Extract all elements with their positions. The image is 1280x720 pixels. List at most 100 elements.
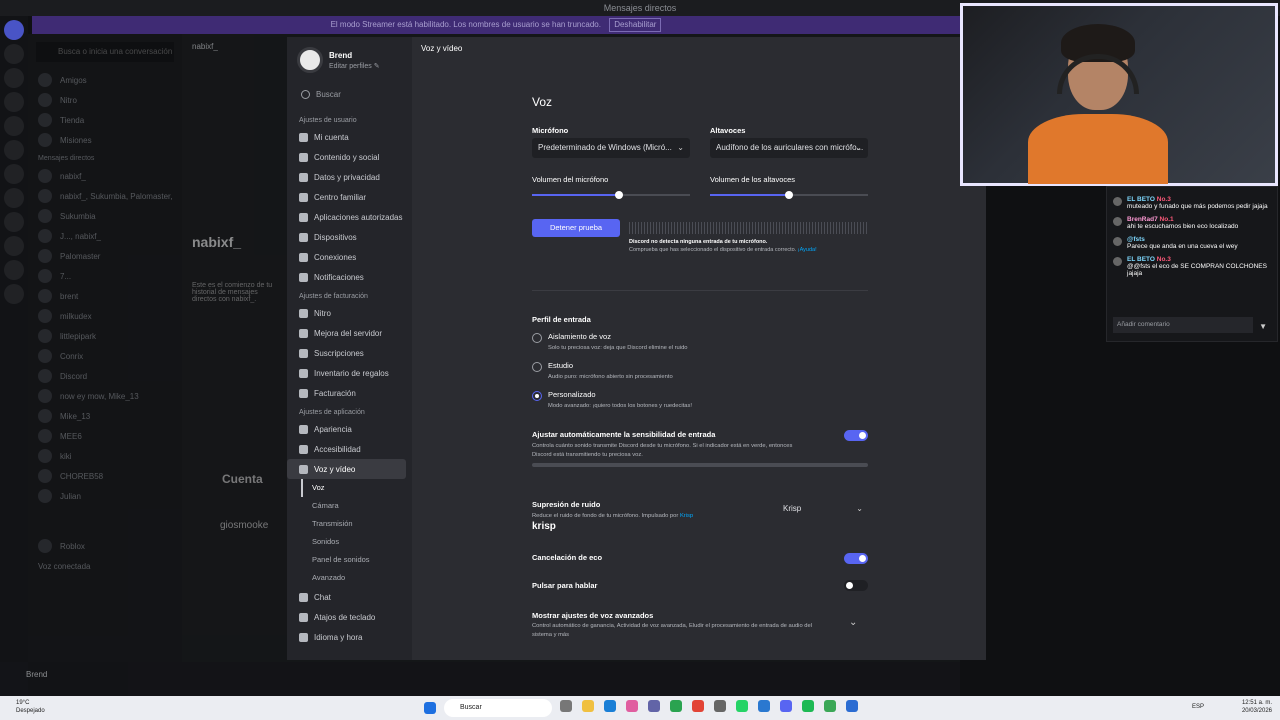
app-icon[interactable]	[846, 700, 858, 712]
dm-item[interactable]: 7...	[28, 266, 182, 286]
echo-cancellation-toggle[interactable]	[844, 553, 868, 564]
server-icon[interactable]	[4, 164, 24, 184]
discord-home-icon[interactable]	[4, 20, 24, 40]
taskbar-search[interactable]: Buscar	[444, 699, 552, 717]
dm-nav-shop[interactable]: Tienda	[28, 110, 182, 130]
sidebar-item-devices[interactable]: Dispositivos	[287, 227, 406, 247]
server-icon[interactable]	[4, 260, 24, 280]
dm-item[interactable]: brent	[28, 286, 182, 306]
sidebar-subitem-camera[interactable]: Cámara	[287, 497, 412, 515]
dm-nav-nitro[interactable]: Nitro	[28, 90, 182, 110]
sidebar-item-billing[interactable]: Facturación	[287, 383, 406, 403]
dm-item[interactable]: nabixf_, Sukumbia, Palomaster,	[28, 186, 182, 206]
sidebar-item-gift-inventory[interactable]: Inventario de regalos	[287, 363, 406, 383]
mic-volume-handle[interactable]	[614, 191, 623, 199]
server-icon[interactable]	[4, 44, 24, 64]
dm-nav-quests[interactable]: Misiones	[28, 130, 182, 150]
app-icon[interactable]	[824, 700, 836, 712]
server-icon[interactable]	[4, 188, 24, 208]
dm-nav-friends[interactable]: Amigos	[28, 70, 182, 90]
push-to-talk-toggle[interactable]	[844, 580, 868, 591]
sidebar-subitem-voice[interactable]: Voz	[301, 479, 412, 497]
sidebar-item-subscriptions[interactable]: Suscripciones	[287, 343, 406, 363]
chat-comment-input[interactable]: Añadir comentario	[1113, 317, 1253, 333]
server-icon[interactable]	[4, 284, 24, 304]
sidebar-subitem-advanced[interactable]: Avanzado	[287, 569, 412, 587]
chrome-icon[interactable]	[692, 700, 704, 712]
dm-item[interactable]: now ey mow, Mike_13	[28, 386, 182, 406]
sidebar-item-content-social[interactable]: Contenido y social	[287, 147, 406, 167]
app-icon[interactable]	[626, 700, 638, 712]
server-icon[interactable]	[4, 116, 24, 136]
sidebar-item-voice-video[interactable]: Voz y vídeo	[287, 459, 406, 479]
dm-item[interactable]: Sukumbia	[28, 206, 182, 226]
dm-item[interactable]: J..., nabixf_	[28, 226, 182, 246]
sensitivity-bar[interactable]	[532, 463, 868, 467]
weather-widget[interactable]: 19°C Despejado	[16, 699, 45, 715]
dm-item[interactable]: Julian	[28, 486, 182, 506]
whatsapp-icon[interactable]	[736, 700, 748, 712]
app-icon[interactable]	[758, 700, 770, 712]
teams-icon[interactable]	[648, 700, 660, 712]
stop-test-button[interactable]: Detener prueba	[532, 219, 620, 237]
dm-item[interactable]: Mike_13	[28, 406, 182, 426]
edge-icon[interactable]	[604, 700, 616, 712]
sidebar-item-connections[interactable]: Conexiones	[287, 247, 406, 267]
profile-voice-isolation[interactable]: Aislamiento de voz Solo tu preciosa voz: …	[532, 332, 688, 351]
profile-custom[interactable]: Personalizado Modo avanzado: ¡quiero todo…	[532, 390, 692, 409]
speaker-select[interactable]: Audífono de los auriculares con micrófo.…	[710, 138, 868, 158]
profile-studio[interactable]: Estudio Audio puro: micrófono abierto sin…	[532, 361, 673, 380]
server-icon[interactable]	[4, 68, 24, 88]
sidebar-item-language[interactable]: Idioma y hora	[287, 627, 406, 647]
input-language[interactable]: ESP	[1192, 704, 1204, 710]
filter-icon[interactable]: ▼	[1259, 322, 1267, 331]
server-icon[interactable]	[4, 236, 24, 256]
sidebar-item-accessibility[interactable]: Accesibilidad	[287, 439, 406, 459]
mic-select[interactable]: Predeterminado de Windows (Micró... ⌄	[532, 138, 690, 158]
sidebar-item-family-center[interactable]: Centro familiar	[287, 187, 406, 207]
dm-item[interactable]: kiki	[28, 446, 182, 466]
dm-item[interactable]: milkudex	[28, 306, 182, 326]
chevron-down-icon[interactable]: ⌄	[849, 617, 857, 628]
clock[interactable]: 12:51 a. m. 20/03/2026	[1242, 699, 1272, 715]
sidebar-item-chat[interactable]: Chat	[287, 587, 406, 607]
app-icon[interactable]	[670, 700, 682, 712]
server-icon[interactable]	[4, 92, 24, 112]
dm-item[interactable]: littlepipark	[28, 326, 182, 346]
sidebar-subitem-soundboard[interactable]: Panel de sonidos	[287, 551, 412, 569]
app-icon[interactable]	[714, 700, 726, 712]
help-link[interactable]: ¡Ayuda!	[798, 247, 817, 253]
speaker-volume-slider[interactable]	[710, 191, 868, 199]
dm-item[interactable]: Discord	[28, 366, 182, 386]
dm-search-input[interactable]: Busca o inicia una conversación	[36, 42, 174, 62]
dm-item[interactable]: MEE6	[28, 426, 182, 446]
sidebar-subitem-sounds[interactable]: Sonidos	[287, 533, 412, 551]
sidebar-item-notifications[interactable]: Notificaciones	[287, 267, 406, 287]
dm-item[interactable]: Conrix	[28, 346, 182, 366]
dm-footer-server[interactable]: Roblox	[28, 536, 182, 556]
spotify-icon[interactable]	[802, 700, 814, 712]
server-icon[interactable]	[4, 212, 24, 232]
sidebar-item-keybinds[interactable]: Atajos de teclado	[287, 607, 406, 627]
dm-item[interactable]: Palomaster	[28, 246, 182, 266]
sidebar-item-data-privacy[interactable]: Datos y privacidad	[287, 167, 406, 187]
discord-icon[interactable]	[780, 700, 792, 712]
profile-card[interactable]: Brend Editar perfiles ✎	[287, 37, 412, 79]
noise-suppression-select[interactable]: Krisp ⌄	[777, 499, 869, 519]
edit-profiles-link[interactable]: Editar perfiles ✎	[329, 62, 380, 70]
disable-streamer-button[interactable]: Deshabilitar	[609, 18, 662, 32]
dm-item[interactable]: nabixf_	[28, 166, 182, 186]
sidebar-item-my-account[interactable]: Mi cuenta	[287, 127, 406, 147]
sidebar-item-appearance[interactable]: Apariencia	[287, 419, 406, 439]
server-icon[interactable]	[4, 140, 24, 160]
sidebar-item-server-boost[interactable]: Mejora del servidor	[287, 323, 406, 343]
dm-item[interactable]: CHOREB58	[28, 466, 182, 486]
sidebar-item-nitro[interactable]: Nitro	[287, 303, 406, 323]
folder-icon[interactable]	[582, 700, 594, 712]
mic-volume-slider[interactable]	[532, 191, 690, 199]
auto-sensitivity-toggle[interactable]	[844, 430, 868, 441]
windows-start-icon[interactable]	[424, 702, 436, 714]
sidebar-item-authorized-apps[interactable]: Aplicaciones autorizadas	[287, 207, 406, 227]
krisp-link[interactable]: Krisp	[680, 513, 693, 519]
settings-search-input[interactable]: Buscar	[295, 85, 404, 103]
